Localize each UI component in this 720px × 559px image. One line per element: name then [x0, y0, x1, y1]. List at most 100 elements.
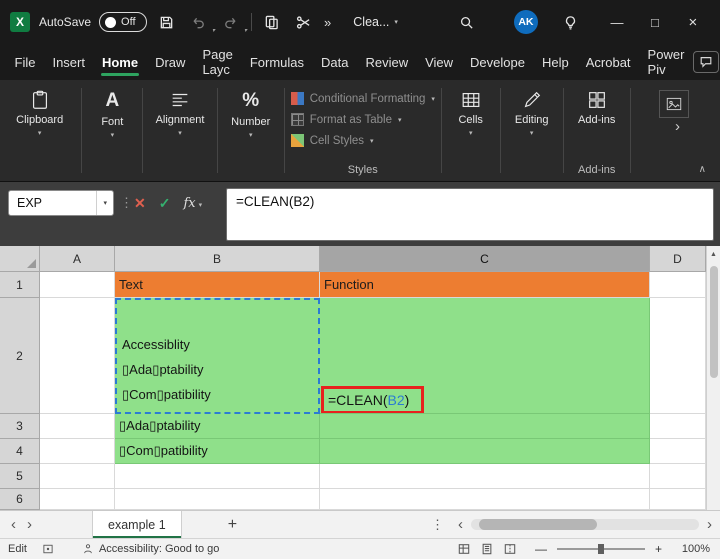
tab-acrobat[interactable]: Acrobat	[577, 44, 639, 80]
col-header-c[interactable]: C	[320, 246, 650, 272]
tab-file[interactable]: File	[6, 44, 44, 80]
tab-view[interactable]: View	[417, 44, 462, 80]
toolbar-overflow-icon[interactable]: »	[324, 15, 331, 30]
name-box[interactable]: EXP ▾	[8, 190, 114, 216]
col-header-d[interactable]: D	[650, 246, 706, 272]
row-header-3[interactable]: 3	[0, 414, 40, 439]
picture-button[interactable]	[658, 90, 689, 118]
add-sheet-button[interactable]: +	[228, 516, 237, 534]
tab-home[interactable]: Home	[93, 44, 146, 80]
cells-button[interactable]: Cells ▾	[439, 89, 503, 137]
horizontal-scrollbar-thumb[interactable]	[479, 519, 597, 530]
sheet-options-dots-icon[interactable]: ⋮	[431, 517, 444, 533]
view-page-layout-button[interactable]	[480, 542, 494, 556]
redo-button[interactable]: ▾	[217, 9, 247, 35]
cell-b6[interactable]	[115, 489, 320, 510]
tab-formulas[interactable]: Formulas	[241, 44, 312, 80]
collapse-ribbon-icon[interactable]: ∧	[699, 164, 706, 175]
close-button[interactable]: ×	[678, 7, 708, 37]
document-title[interactable]: Clea...	[353, 15, 389, 29]
row-header-5[interactable]: 5	[0, 464, 40, 489]
search-button[interactable]	[454, 9, 480, 35]
tab-help[interactable]: Help	[533, 44, 577, 80]
cell-styles-button[interactable]: Cell Styles ▾	[290, 134, 374, 147]
accessibility-status[interactable]: Accessibility: Good to go	[81, 542, 219, 556]
enter-entry-button[interactable]: ✓	[159, 195, 171, 212]
tab-insert[interactable]: Insert	[44, 44, 94, 80]
tab-data[interactable]: Data	[313, 44, 357, 80]
zoom-slider-thumb[interactable]	[597, 544, 604, 554]
cell-d4[interactable]	[650, 439, 706, 464]
cell-c2[interactable]: =CLEAN(B2)	[320, 298, 650, 414]
col-header-a[interactable]: A	[40, 246, 115, 272]
undo-button[interactable]: ▾	[185, 9, 215, 35]
cell-d6[interactable]	[650, 489, 706, 510]
col-header-b[interactable]: B	[115, 246, 320, 272]
insert-function-button[interactable]: fx ▾	[183, 196, 202, 211]
sheet-tab-active[interactable]: example 1	[92, 511, 182, 538]
cell-c5[interactable]	[320, 464, 650, 489]
vertical-scrollbar[interactable]: ▲	[706, 246, 720, 510]
row-header-6[interactable]: 6	[0, 489, 40, 510]
number-button[interactable]: % Number ▾	[219, 89, 283, 139]
avatar[interactable]: AK	[513, 10, 538, 34]
tab-page-layout[interactable]: Page Layc	[194, 44, 241, 80]
paste-button[interactable]	[258, 9, 284, 35]
tab-developer[interactable]: Develope	[462, 44, 534, 80]
formula-input[interactable]: =CLEAN(B2)	[226, 188, 714, 241]
cell-d3[interactable]	[650, 414, 706, 439]
cell-b1[interactable]: Text	[115, 272, 320, 298]
cell-c3[interactable]	[320, 414, 650, 439]
cell-a5[interactable]	[40, 464, 115, 489]
row-header-4[interactable]: 4	[0, 439, 40, 464]
zoom-out-button[interactable]: —	[531, 542, 551, 556]
zoom-slider[interactable]	[556, 544, 645, 554]
tab-power-pivot[interactable]: Power Piv	[639, 44, 693, 80]
cell-a1[interactable]	[40, 272, 115, 298]
tab-draw[interactable]: Draw	[147, 44, 194, 80]
cell-a3[interactable]	[40, 414, 115, 439]
alignment-button[interactable]: Alignment ▾	[148, 89, 212, 137]
autosave-toggle[interactable]: Off	[99, 12, 148, 32]
cell-d5[interactable]	[650, 464, 706, 489]
cell-b5[interactable]	[115, 464, 320, 489]
horizontal-scrollbar[interactable]	[471, 519, 699, 530]
conditional-formatting-button[interactable]: Conditional Formatting ▾	[290, 92, 435, 105]
view-page-break-button[interactable]	[503, 542, 517, 556]
sheet-nav-left-icon[interactable]: ‹	[11, 517, 16, 532]
comments-button[interactable]	[692, 51, 719, 73]
tab-review[interactable]: Review	[357, 44, 417, 80]
cell-a2[interactable]	[40, 298, 115, 414]
maximize-button[interactable]: □	[640, 7, 670, 37]
sheet-nav-right-icon[interactable]: ›	[27, 517, 32, 532]
clipboard-button[interactable]: Clipboard ▾	[8, 89, 72, 137]
font-button[interactable]: A Font ▾	[80, 89, 144, 139]
cell-d1[interactable]	[650, 272, 706, 298]
cell-c4[interactable]	[320, 439, 650, 464]
cell-b3[interactable]: ▯Ada▯ptability	[115, 414, 320, 439]
editing-button[interactable]: Editing ▾	[500, 89, 564, 137]
ribbon-more-chevron-icon[interactable]: ›	[675, 118, 680, 135]
row-header-2[interactable]: 2	[0, 298, 40, 414]
vertical-scrollbar-thumb[interactable]	[709, 266, 718, 378]
cut-button[interactable]	[290, 9, 316, 35]
hscroll-left-icon[interactable]: ‹	[458, 517, 463, 532]
scroll-up-icon[interactable]: ▲	[710, 251, 717, 258]
cell-a6[interactable]	[40, 489, 115, 510]
cell-b2[interactable]: Accessiblity ▯Ada▯ptability ▯Com▯patibil…	[115, 298, 320, 414]
cell-c6[interactable]	[320, 489, 650, 510]
select-all-corner[interactable]	[0, 246, 40, 272]
save-button[interactable]	[153, 9, 179, 35]
chevron-down-icon[interactable]: ▾	[96, 191, 113, 215]
zoom-in-button[interactable]: +	[651, 542, 666, 556]
cell-d2[interactable]	[650, 298, 706, 414]
cell-b4[interactable]: ▯Com▯patibility	[115, 439, 320, 464]
hscroll-right-icon[interactable]: ›	[707, 517, 712, 532]
cancel-entry-button[interactable]: ✕	[134, 195, 146, 212]
format-as-table-button[interactable]: Format as Table ▾	[290, 113, 401, 126]
macro-record-button[interactable]	[41, 542, 55, 556]
addins-button[interactable]: Add-ins	[565, 89, 629, 126]
ideas-button[interactable]	[558, 9, 584, 35]
minimize-button[interactable]: —	[602, 7, 632, 37]
row-header-1[interactable]: 1	[0, 272, 40, 298]
